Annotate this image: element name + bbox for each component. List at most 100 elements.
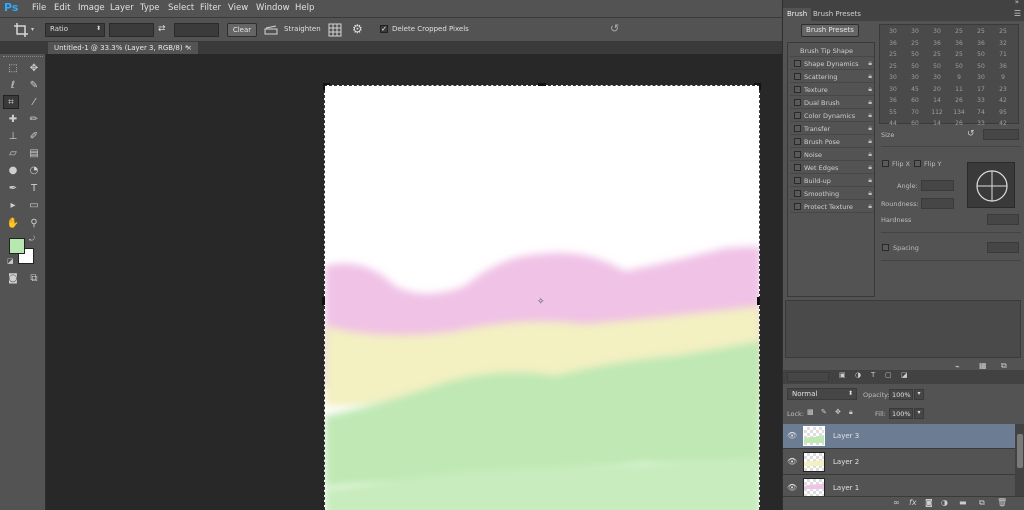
- option-checkbox[interactable]: [794, 151, 801, 158]
- crop-tool-preset-icon[interactable]: [14, 23, 28, 37]
- lock-position-icon[interactable]: ✥: [835, 408, 841, 416]
- brush-tip-size[interactable]: 50: [971, 63, 991, 70]
- brush-tip-size[interactable]: 70: [905, 109, 925, 116]
- pen-tool-icon[interactable]: ✒: [5, 182, 21, 196]
- toolbar-grip[interactable]: [3, 56, 43, 59]
- option-checkbox[interactable]: [794, 73, 801, 80]
- delete-cropped-checkbox[interactable]: ✓: [380, 25, 388, 33]
- blur-tool-icon[interactable]: ●: [5, 164, 21, 178]
- lasso-tool-icon[interactable]: ℓ: [5, 79, 21, 93]
- size-field[interactable]: [983, 129, 1019, 140]
- layer-filter-select[interactable]: [787, 372, 829, 382]
- brush-tip-size[interactable]: 60: [905, 120, 925, 127]
- lock-icon[interactable]: 🔒︎: [868, 137, 872, 146]
- lock-icon[interactable]: 🔒︎: [868, 150, 872, 159]
- option-wet-edges[interactable]: Wet Edges 🔒︎: [790, 162, 874, 174]
- fill-dropdown-icon[interactable]: ▾: [914, 408, 924, 419]
- option-noise[interactable]: Noise 🔒︎: [790, 149, 874, 161]
- option-checkbox[interactable]: [794, 138, 801, 145]
- delete-layer-icon[interactable]: 🗑︎: [997, 498, 1007, 507]
- lock-icon[interactable]: 🔒︎: [868, 111, 872, 120]
- layer-style-icon[interactable]: fx: [909, 498, 917, 507]
- menu-filter[interactable]: Filter: [200, 3, 221, 13]
- swap-dimensions-icon[interactable]: ⇄: [158, 24, 166, 34]
- brush-tip-size[interactable]: 36: [949, 40, 969, 47]
- menu-type[interactable]: Type: [140, 3, 160, 13]
- brush-tip-size[interactable]: 36: [927, 40, 947, 47]
- brush-tool-icon[interactable]: ✏: [26, 113, 42, 127]
- roundness-field[interactable]: [921, 198, 954, 209]
- brush-tip-size[interactable]: 30: [927, 74, 947, 81]
- menu-window[interactable]: Window: [256, 3, 290, 13]
- move-tool-icon[interactable]: ✥: [26, 62, 42, 76]
- option-build-up[interactable]: Build-up 🔒︎: [790, 175, 874, 187]
- straighten-icon[interactable]: [264, 24, 278, 36]
- brush-tip-size[interactable]: 25: [949, 28, 969, 35]
- brush-tip-size[interactable]: 25: [971, 28, 991, 35]
- crop-tool-icon[interactable]: ⌗: [3, 95, 19, 109]
- angle-field[interactable]: [921, 180, 954, 191]
- brush-tip-size[interactable]: 25: [993, 28, 1013, 35]
- brush-tip-size[interactable]: 74: [971, 109, 991, 116]
- clear-button[interactable]: Clear: [227, 23, 257, 37]
- lock-transparent-icon[interactable]: ▩: [807, 408, 814, 416]
- option-checkbox[interactable]: [794, 190, 801, 197]
- option-checkbox[interactable]: [794, 164, 801, 171]
- brush-tip-size[interactable]: 45: [905, 86, 925, 93]
- brush-tip-size[interactable]: 55: [883, 109, 903, 116]
- menu-image[interactable]: Image: [78, 3, 105, 13]
- fill-field[interactable]: 100%: [889, 408, 913, 419]
- reset-icon[interactable]: ↺: [610, 22, 619, 35]
- flip-x-checkbox[interactable]: [882, 160, 889, 167]
- menu-select[interactable]: Select: [168, 3, 194, 13]
- rectangle-tool-icon[interactable]: ▭: [26, 199, 42, 213]
- brush-tip-size[interactable]: 26: [949, 120, 969, 127]
- brush-tip-size[interactable]: 30: [883, 86, 903, 93]
- blend-mode-select[interactable]: Normal ⬍: [787, 388, 857, 400]
- option-checkbox[interactable]: [794, 60, 801, 67]
- brush-tip-size[interactable]: 25: [883, 51, 903, 58]
- add-mask-icon[interactable]: ◙: [925, 498, 933, 507]
- eyedropper-tool-icon[interactable]: ⁄: [26, 96, 42, 110]
- visibility-eye-icon[interactable]: 👁︎: [787, 457, 797, 467]
- brush-tip-size[interactable]: 30: [905, 28, 925, 35]
- quick-mask-icon[interactable]: ◙: [5, 272, 21, 286]
- layer-name[interactable]: Layer 2: [833, 458, 859, 466]
- foreground-color-swatch-top[interactable]: [9, 238, 25, 254]
- lock-icon[interactable]: 🔒︎: [868, 189, 872, 198]
- healing-brush-tool-icon[interactable]: ✚: [5, 113, 21, 127]
- brush-tip-size[interactable]: 30: [971, 74, 991, 81]
- menu-view[interactable]: View: [228, 3, 248, 13]
- menu-edit[interactable]: Edit: [54, 3, 70, 13]
- canvas-area[interactable]: ✧: [46, 54, 782, 510]
- spacing-slider[interactable]: [881, 260, 1021, 261]
- brush-tip-size[interactable]: 9: [949, 74, 969, 81]
- preset-dropdown-arrow-icon[interactable]: ▾: [31, 26, 34, 33]
- lock-icon[interactable]: 🔒︎: [868, 124, 872, 133]
- lock-icon[interactable]: 🔒︎: [868, 163, 872, 172]
- opacity-dropdown-icon[interactable]: ▾: [914, 389, 924, 400]
- brush-tip-size[interactable]: 36: [971, 40, 991, 47]
- reset-size-icon[interactable]: ↺: [967, 129, 975, 139]
- quick-selection-tool-icon[interactable]: ✎: [26, 79, 42, 93]
- screen-mode-icon[interactable]: ⧉: [26, 272, 42, 286]
- lock-icon[interactable]: 🔒︎: [868, 98, 872, 107]
- brush-tip-size[interactable]: 30: [883, 28, 903, 35]
- lock-icon[interactable]: 🔒︎: [868, 176, 872, 185]
- type-tool-icon[interactable]: T: [26, 182, 42, 196]
- layer-row-layer-3[interactable]: 👁︎ Layer 3: [783, 424, 1015, 449]
- swap-colors-icon[interactable]: ⤾: [29, 235, 35, 244]
- option-brush-tip-shape[interactable]: Brush Tip Shape: [790, 45, 874, 57]
- lock-icon[interactable]: 🔒︎: [868, 59, 872, 68]
- straighten-label[interactable]: Straighten: [284, 25, 321, 33]
- crop-handle-tl[interactable]: [323, 83, 330, 90]
- gradient-tool-icon[interactable]: ▤: [26, 147, 42, 161]
- option-checkbox[interactable]: [794, 99, 801, 106]
- brush-tip-size[interactable]: 50: [949, 63, 969, 70]
- path-selection-tool-icon[interactable]: ▸: [5, 199, 21, 213]
- brush-tip-grid[interactable]: 30 30 30 25 25 25 36 25 36 36 36 32 25 50 25 25 50 71 25 50…: [879, 24, 1019, 127]
- brush-tip-size[interactable]: 26: [949, 97, 969, 104]
- eraser-tool-icon[interactable]: ▱: [5, 147, 21, 161]
- hand-tool-icon[interactable]: ✋: [5, 217, 21, 231]
- hardness-slider[interactable]: [881, 232, 1021, 233]
